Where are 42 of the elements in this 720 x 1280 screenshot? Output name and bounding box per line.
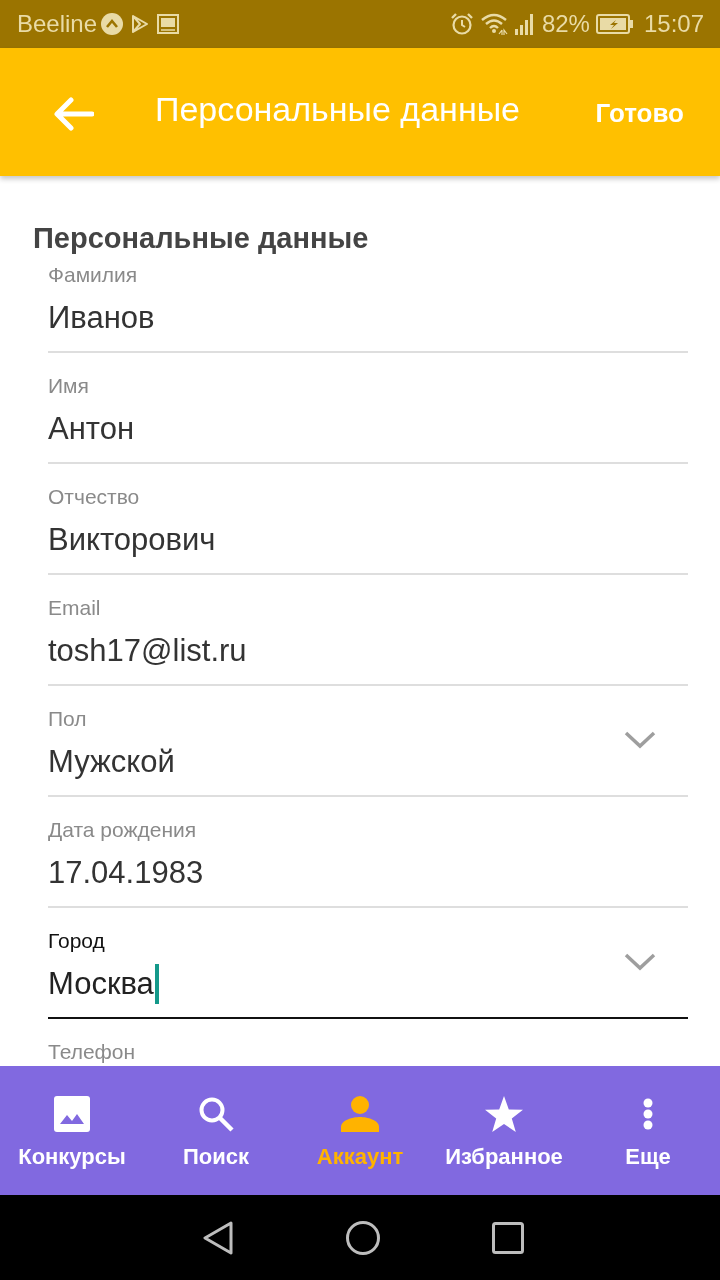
nav-tab[interactable]: Еще (576, 1066, 720, 1195)
text-field[interactable]: Отчество Викторович (48, 485, 688, 575)
star-icon (485, 1096, 523, 1132)
field-label: Отчество (48, 485, 140, 509)
chevron-down-icon[interactable] (624, 953, 656, 971)
text-cursor-icon (154, 964, 159, 1004)
text-field[interactable]: Имя Антон (48, 374, 688, 464)
dropdown-field[interactable]: Пол Мужской (48, 707, 688, 797)
person-icon (341, 1096, 379, 1132)
chevron-down-icon[interactable] (624, 731, 656, 749)
text-field[interactable]: Email tosh17@list.ru (48, 596, 688, 686)
image-icon (54, 1096, 90, 1132)
text-field[interactable]: Фамилия Иванов (48, 263, 688, 353)
field-label: Пол (48, 707, 87, 731)
wifi-icon (479, 12, 508, 36)
signal-icon (513, 13, 536, 35)
screen-title: Персональные данные (155, 89, 521, 129)
alarm-clock-icon (449, 12, 474, 36)
clock-time: 15:07 (643, 9, 704, 39)
dropdown-field[interactable]: Город Москва (48, 929, 688, 1019)
field-label: Имя (48, 374, 89, 398)
field-label: Email (48, 596, 101, 620)
battery-percentage: 82% (541, 9, 590, 39)
picture-frame-icon (157, 14, 180, 34)
field-label: Телефон (48, 1040, 136, 1064)
nav-recents-icon[interactable] (492, 1221, 524, 1254)
nav-home-icon[interactable] (346, 1220, 380, 1255)
nav-tab[interactable]: Конкурсы (0, 1066, 144, 1195)
field-label: Город (48, 929, 105, 953)
play-icon (131, 14, 150, 34)
field-label: Дата рождения (48, 818, 197, 842)
field-label: Фамилия (48, 263, 138, 287)
nav-tab[interactable]: Поиск (144, 1066, 288, 1195)
nav-tab[interactable]: Избранное (432, 1066, 576, 1195)
section-title: Персональные данные (33, 224, 370, 252)
nav-back-icon[interactable] (202, 1220, 234, 1255)
search-icon (198, 1096, 234, 1132)
more-vertical-icon (643, 1098, 653, 1130)
caret-up-circle-icon (101, 13, 124, 35)
battery-charging-icon (595, 14, 634, 34)
text-field[interactable]: Дата рождения 17.04.1983 (48, 818, 688, 908)
carrier-name: Beeline (17, 9, 98, 39)
